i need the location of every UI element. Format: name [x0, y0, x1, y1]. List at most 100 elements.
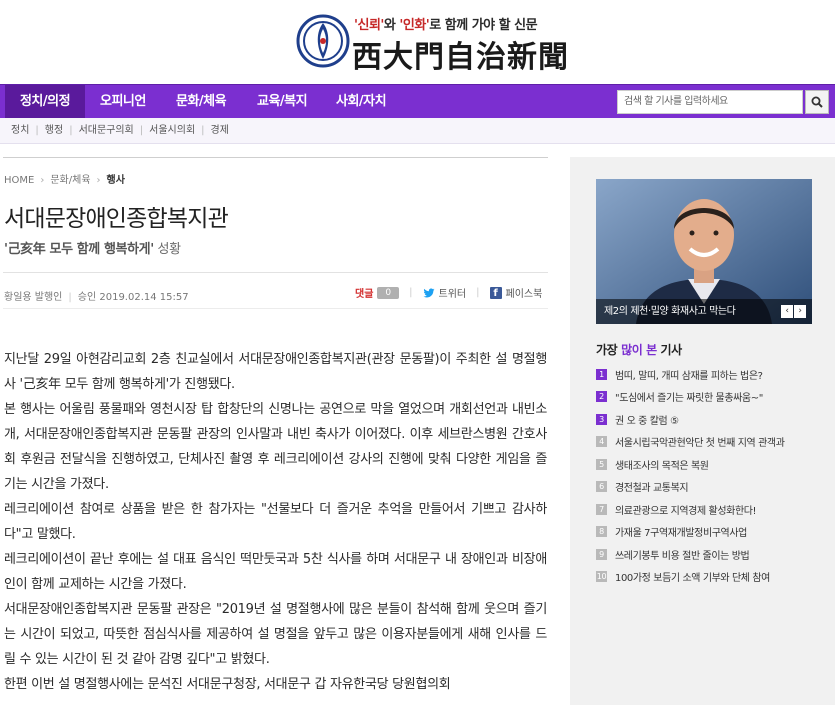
popular-title-highlight: 많이 본: [621, 343, 657, 357]
photo-caption[interactable]: 제2의 제천·밀양 화재사고 막는다 ‹ ›: [596, 299, 812, 324]
popular-article-item[interactable]: 4 서울시립국악관현악단 첫 번째 지역 관객과: [596, 431, 826, 454]
popular-article-item[interactable]: 7 의료관광으로 지역경제 활성화한다!: [596, 498, 826, 521]
share-bar: 댓글 0 | 트위터 | f 페이스북: [355, 285, 542, 300]
breadcrumb-home[interactable]: HOME: [4, 175, 34, 186]
article-paragraph: 레크리에이션 참여로 상품을 받은 한 참가자는 "선물보다 더 즐거운 추억을…: [4, 502, 547, 542]
rank-badge: 2: [596, 391, 607, 403]
popular-article-title[interactable]: 범띠, 말띠, 개띠 삼재를 피하는 법은?: [615, 367, 763, 382]
twitter-share-link[interactable]: 트위터: [439, 285, 467, 300]
rank-badge: 1: [596, 368, 607, 380]
popular-articles-heading: 가장 많이 본 기사: [596, 341, 682, 358]
breadcrumb: HOME › 문화/체육 › 행사: [4, 171, 125, 186]
chevron-right-icon: ›: [96, 175, 101, 186]
subnav-item-administration[interactable]: 행정: [45, 125, 63, 136]
search-input[interactable]: 검색 할 기사를 입력하세요: [617, 90, 803, 114]
subnav-item-city-council[interactable]: 서울시의회: [149, 125, 195, 136]
popular-article-item[interactable]: 8 가재울 7구역재개발정비구역사업: [596, 521, 826, 544]
approved-label: 승인: [77, 292, 97, 303]
article-byline: 황일용 발행인 | 승인 2019.02.14 15:57: [4, 288, 189, 303]
facebook-share-link[interactable]: 페이스북: [506, 285, 543, 300]
nav-item-society[interactable]: 사회/자치: [336, 85, 387, 119]
rank-badge: 7: [596, 503, 607, 515]
chevron-right-icon[interactable]: ›: [794, 305, 806, 318]
popular-article-title[interactable]: 100가정 보듬기 소액 기부와 단체 참여: [615, 569, 770, 584]
popular-article-title[interactable]: 서울시립국악관현악단 첫 번째 지역 관객과: [615, 434, 785, 449]
subtitle-quote: '己亥年 모두 함께 행복하게': [4, 242, 154, 257]
popular-article-item[interactable]: 3 권 오 중 칼럼 ⑤: [596, 408, 826, 431]
newspaper-emblem-logo[interactable]: [296, 14, 350, 68]
photo-caption-text[interactable]: 제2의 제천·밀양 화재사고 막는다: [604, 306, 736, 317]
slogan-word-trust: '신뢰': [354, 18, 384, 33]
author-name[interactable]: 황일용 발행인: [4, 292, 62, 303]
article-title: 서대문장애인종합복지관: [4, 206, 229, 232]
subnav-separator: |: [139, 125, 144, 136]
slogan-word-harmony: '인화': [399, 18, 430, 33]
popular-article-title[interactable]: 의료관광으로 지역경제 활성화한다!: [615, 502, 757, 517]
chevron-left-icon[interactable]: ‹: [781, 305, 793, 318]
search-button[interactable]: [805, 90, 829, 114]
popular-article-item[interactable]: 5 생태조사의 목적은 복원: [596, 453, 826, 476]
facebook-icon[interactable]: f: [489, 286, 502, 299]
breadcrumb-current[interactable]: 행사: [107, 175, 125, 186]
approved-date: 2019.02.14 15:57: [99, 292, 189, 303]
slogan-rest: 로 함께 가야 할 신문: [429, 18, 538, 33]
rank-badge: 3: [596, 413, 607, 425]
popular-article-title[interactable]: 권 오 중 칼럼 ⑤: [615, 412, 679, 427]
site-name-logo[interactable]: 西大門自治新聞: [352, 32, 569, 76]
rank-badge: 5: [596, 458, 607, 470]
share-separator: |: [409, 287, 413, 298]
popular-article-title[interactable]: 생태조사의 목적은 복원: [615, 457, 709, 472]
rank-badge: 10: [596, 571, 607, 583]
subtitle-rest: 성황: [153, 242, 182, 257]
popular-article-title[interactable]: 쓰레기봉투 비용 절반 줄이는 방법: [615, 547, 750, 562]
sub-nav: 정치 | 행정 | 서대문구의회 | 서울시의회 | 경제: [0, 118, 835, 144]
article-paragraph: 레크리에이션이 끝난 후에는 설 대표 음식인 떡만둣국과 5찬 식사를 하며 …: [4, 552, 547, 592]
byline-separator: |: [68, 292, 72, 303]
subnav-item-district-council[interactable]: 서대문구의회: [79, 125, 134, 136]
article-paragraph: 지난달 29일 아현감리교회 2층 친교실에서 서대문장애인종합복지관(관장 문…: [4, 352, 547, 392]
rank-badge: 9: [596, 548, 607, 560]
popular-article-title[interactable]: "도심에서 즐기는 짜릿한 물총싸움~": [615, 389, 763, 404]
twitter-icon[interactable]: [423, 287, 435, 299]
main-nav: 정치/의정 오피니언 문화/체육 교육/복지 사회/자치 검색 할 기사를 입력…: [0, 84, 835, 119]
article-body: 지난달 29일 아현감리교회 2층 친교실에서 서대문장애인종합복지관(관장 문…: [4, 347, 547, 697]
rank-badge: 4: [596, 436, 607, 448]
popular-article-title[interactable]: 경전철과 교통복지: [615, 479, 689, 494]
article-top-divider: [3, 157, 548, 158]
article-paragraph: 서대문장애인종합복지관 문동팔 관장은 "2019년 설 명절행사에 많은 분들…: [4, 602, 547, 667]
subnav-separator: |: [69, 125, 73, 136]
nav-item-culture[interactable]: 문화/체육: [176, 85, 227, 119]
nav-item-education[interactable]: 교육/복지: [257, 85, 308, 119]
popular-title-prefix: 가장: [596, 343, 622, 357]
popular-article-item[interactable]: 2 "도심에서 즐기는 짜릿한 물총싸움~": [596, 386, 826, 409]
nav-item-politics[interactable]: 정치/의정: [5, 85, 85, 119]
article-subtitle: '己亥年 모두 함께 행복하게' 성황: [4, 238, 181, 257]
popular-article-item[interactable]: 6 경전철과 교통복지: [596, 476, 826, 499]
article-paragraph: 한편 이번 설 명절행사에는 문석진 서대문구청장, 서대문구 갑 자유한국당 …: [4, 677, 451, 692]
site-header: '신뢰'와 '인화'로 함께 가야 할 신문 西大門自治新聞: [0, 0, 835, 84]
subnav-separator: |: [35, 125, 39, 136]
popular-articles-list: 1 범띠, 말띠, 개띠 삼재를 피하는 법은? 2 "도심에서 즐기는 짜릿한 물…: [596, 363, 826, 588]
popular-title-suffix: 기사: [656, 343, 683, 357]
nav-item-opinion[interactable]: 오피니언: [100, 85, 146, 119]
comment-link[interactable]: 댓글: [355, 285, 373, 300]
subnav-separator: |: [201, 125, 205, 136]
comment-count-badge[interactable]: 0: [377, 286, 400, 299]
popular-article-title[interactable]: 가재울 7구역재개발정비구역사업: [615, 524, 747, 539]
popular-article-item[interactable]: 1 범띠, 말띠, 개띠 삼재를 피하는 법은?: [596, 363, 826, 386]
share-separator: |: [476, 287, 480, 298]
popular-article-item[interactable]: 9 쓰레기봉투 비용 절반 줄이는 방법: [596, 543, 826, 566]
subnav-item-economy[interactable]: 경제: [211, 125, 229, 136]
subnav-item-politics[interactable]: 정치: [11, 125, 29, 136]
rank-badge: 8: [596, 526, 607, 538]
search-icon: [811, 96, 823, 108]
rank-badge: 6: [596, 481, 607, 493]
site-slogan: '신뢰'와 '인화'로 함께 가야 할 신문: [354, 14, 538, 33]
title-divider: [3, 272, 548, 273]
popular-article-item[interactable]: 10 100가정 보듬기 소액 기부와 단체 참여: [596, 566, 826, 589]
slogan-connector: 와: [383, 18, 400, 33]
breadcrumb-section[interactable]: 문화/체육: [50, 175, 90, 186]
byline-divider: [3, 308, 548, 309]
article-paragraph: 본 행사는 어울림 풍물패와 영천시장 탑 합창단의 신명나는 공연으로 막을 …: [4, 402, 547, 492]
chevron-right-icon: ›: [40, 175, 45, 186]
